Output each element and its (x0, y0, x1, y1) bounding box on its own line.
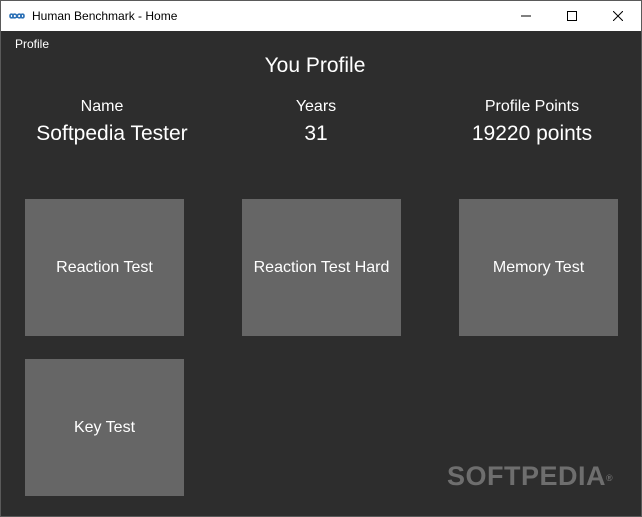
minimize-button[interactable] (503, 1, 549, 31)
page-title: You Profile (264, 54, 366, 77)
infinity-icon (9, 13, 25, 19)
menu-item-profile[interactable]: Profile (15, 37, 49, 51)
name-label: Name (80, 98, 124, 115)
profile-points-value: 19220 points (471, 122, 593, 145)
years-label: Years (295, 98, 337, 115)
close-button[interactable] (595, 1, 641, 31)
title-bar[interactable]: Human Benchmark - Home (1, 1, 641, 31)
maximize-icon (567, 11, 577, 21)
watermark-text: SOFTPEDIA (447, 461, 607, 491)
maximize-button[interactable] (549, 1, 595, 31)
registered-mark: ® (606, 473, 614, 483)
reaction-test-button[interactable]: Reaction Test (25, 199, 184, 336)
close-icon (613, 11, 623, 21)
memory-test-button[interactable]: Memory Test (459, 199, 618, 336)
app-window: Human Benchmark - Home Profile You Profi… (0, 0, 642, 517)
main-content: Profile You Profile Name Softpedia Teste… (1, 31, 641, 516)
name-value: Softpedia Tester (36, 122, 188, 145)
key-test-button[interactable]: Key Test (25, 359, 184, 496)
profile-points-label: Profile Points (484, 98, 580, 115)
window-title: Human Benchmark - Home (32, 9, 178, 23)
softpedia-watermark: SOFTPEDIA® (447, 461, 613, 491)
minimize-icon (521, 15, 531, 17)
reaction-test-hard-button[interactable]: Reaction Test Hard (242, 199, 401, 336)
years-value: 31 (304, 122, 328, 145)
